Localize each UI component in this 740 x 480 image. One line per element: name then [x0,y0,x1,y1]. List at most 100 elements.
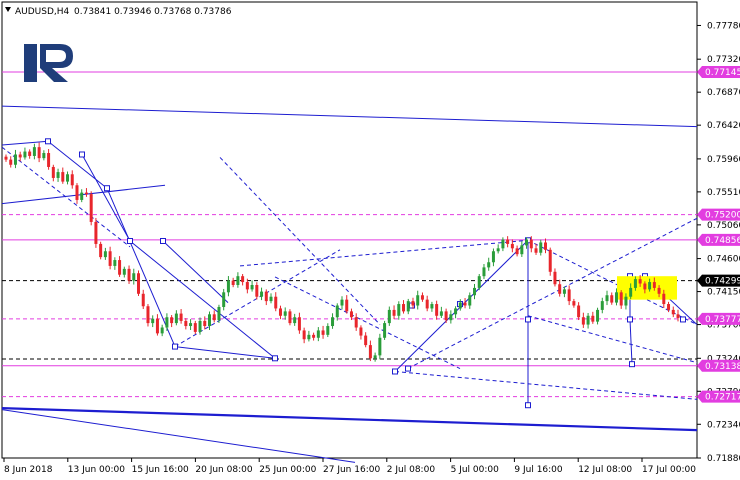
candle-body [638,279,642,284]
candle-body [624,296,628,306]
candle-body [37,147,41,159]
candle-body [510,243,514,249]
y-tick-label: 0.77320 [707,55,740,65]
candle-body [577,305,581,318]
candle-body [558,284,562,294]
candle-body [402,304,406,312]
candle-body [9,159,13,165]
candle-body [586,315,590,325]
candle-body [449,314,453,321]
candle-body [217,306,221,321]
candle-body [207,314,211,327]
candle-body [94,221,98,244]
candle-body [591,315,595,322]
y-tick-label: 0.75510 [707,188,740,198]
candle-body [212,314,216,321]
candle-body [137,273,141,294]
candle-body [23,151,27,158]
candle-body [236,276,240,285]
candle-body [529,239,533,249]
y-tick-label: 0.75060 [707,221,740,231]
candle-body [203,320,207,327]
candle-body [335,305,339,318]
candle-body [165,317,169,328]
candle-body [463,302,467,306]
candle-body [326,326,330,335]
candle-body [581,317,585,325]
price-label-text: 0.77145 [705,68,740,78]
pivot-marker [172,343,178,350]
candle-body [439,311,443,316]
candle-body [307,334,311,340]
candle-body [99,243,103,258]
candle-body [667,304,671,310]
price-chart: AUDUSD,H4 0.73841 0.73946 0.73768 0.7378… [0,0,740,480]
candle-body [548,249,552,272]
candle-body [671,309,675,315]
candle-body [435,304,439,316]
candle-body [458,302,462,309]
pivot-marker [680,316,686,323]
candle-body [501,239,505,249]
candle-body [420,295,424,300]
candle-body [75,185,79,200]
candle-body [543,242,547,250]
pivot-marker [45,138,51,145]
candle-body [61,172,65,182]
pivot-marker [405,365,411,372]
candle-body [600,301,604,310]
candle-body [250,284,254,290]
x-tick-label: 12 Jul 08:00 [578,465,632,475]
candle-body [32,147,36,156]
candle-body [80,192,84,200]
candle-body [245,282,249,290]
candle-body [676,314,680,318]
candle-body [189,323,193,327]
candle-body [264,291,268,302]
candle-body [66,174,70,182]
candle-body [520,245,524,255]
pivot-marker [627,316,633,323]
candle-body [662,293,666,305]
candle-body [198,320,202,332]
candle-body [312,334,316,338]
pivot-marker [79,151,85,158]
candle-body [4,156,8,160]
candle-body [378,337,382,356]
pivot-marker [525,316,531,323]
candle-body [184,320,188,327]
x-tick-label: 27 Jun 16:00 [323,465,380,475]
candle-body [274,296,278,309]
candle-body [487,262,491,268]
candle-body [28,151,32,156]
candle-body [222,292,226,307]
candle-body [70,174,74,186]
candle-body [633,279,637,288]
candle-body [226,280,230,293]
candle-body [51,166,55,178]
candle-body [648,282,652,290]
candle-body [231,280,235,285]
candle-body [56,172,60,178]
candle-body [141,293,145,307]
candle-body [354,317,358,328]
candle-body [473,287,477,296]
candle-body [373,355,377,359]
candle-body [241,276,245,283]
x-tick-label: 13 Jun 00:00 [68,465,125,475]
candle-body [359,327,363,336]
candle-body [278,308,282,316]
candle-body [255,284,259,297]
chart-header: AUDUSD,H4 0.73841 0.73946 0.73768 0.7378… [5,7,232,17]
candle-body [297,317,301,331]
pivot-marker [525,402,531,409]
candle-body [13,154,17,165]
y-tick-label: 0.74150 [707,288,740,298]
pivot-marker [104,185,110,192]
price-label-text: 0.74856 [705,236,740,246]
y-tick-label: 0.76870 [707,88,740,98]
candle-body [283,311,287,316]
candle-body [605,295,609,302]
candle-body [515,248,519,255]
candle-body [482,267,486,277]
